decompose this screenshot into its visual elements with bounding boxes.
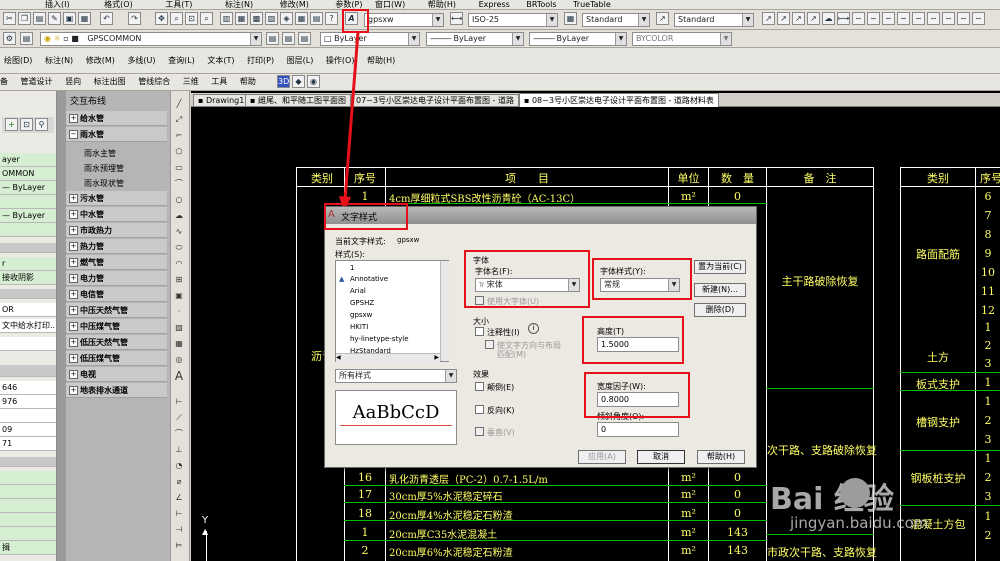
style-item[interactable]: GPSHZ bbox=[350, 299, 374, 307]
styles-list[interactable]: 1 ▲ Annotative Arial GPSHZ gpsxw HKITI h… bbox=[335, 260, 449, 362]
style-item-selected[interactable]: gpsxw bbox=[350, 311, 372, 319]
backwards-checkbox[interactable] bbox=[475, 405, 484, 414]
text-style-dialog: A 文字样式 当前文字样式: gpsxw 样式(S): 1 ▲ Annotati… bbox=[324, 206, 757, 468]
styles-list-hscrollbar[interactable]: ◀ ▶ bbox=[336, 353, 440, 362]
new-style-button[interactable]: 新建(N)... bbox=[694, 283, 746, 297]
chevron-down-icon: ▼ bbox=[445, 370, 456, 382]
style-item[interactable]: hy-linetype-style bbox=[350, 335, 409, 343]
watermark-logo: Bai 经验 bbox=[770, 482, 894, 517]
oblique-field[interactable]: 0 bbox=[597, 422, 679, 437]
highlight-font-name bbox=[464, 250, 590, 308]
highlight-height bbox=[582, 316, 684, 364]
vertical-checkbox[interactable] bbox=[475, 427, 484, 436]
annotative-checkbox[interactable] bbox=[475, 327, 484, 336]
upside-down-label: 颠倒(E) bbox=[487, 383, 515, 392]
apply-button[interactable]: 应用(A) bbox=[578, 450, 626, 464]
watermark-url: jingyan.baidu.com bbox=[790, 514, 929, 532]
help-button[interactable]: 帮助(H) bbox=[697, 450, 745, 464]
size-group-label: 大小 bbox=[473, 317, 489, 326]
style-item[interactable]: 1 bbox=[350, 264, 354, 272]
info-icon[interactable]: i bbox=[528, 323, 539, 334]
highlight-text-style-icon bbox=[342, 9, 369, 33]
upside-down-checkbox[interactable] bbox=[475, 382, 484, 391]
effects-group-label: 效果 bbox=[473, 370, 489, 379]
current-style-label: 当前文字样式: bbox=[335, 237, 386, 246]
style-filter-select[interactable]: 所有样式 ▼ bbox=[335, 369, 457, 383]
style-item[interactable]: HKITI bbox=[350, 323, 368, 331]
cancel-button[interactable]: 取消 bbox=[637, 450, 685, 464]
vertical-label: 垂直(V) bbox=[487, 428, 515, 437]
highlight-font-style bbox=[592, 258, 692, 300]
preview-baseline bbox=[340, 425, 452, 426]
current-style-value: gpsxw bbox=[397, 236, 420, 244]
highlight-dialog-title bbox=[324, 203, 408, 230]
style-item[interactable]: Annotative bbox=[350, 275, 388, 283]
annotative-label: 注释性(I) bbox=[487, 328, 520, 337]
match-orientation-label-2: 匹配(M) bbox=[497, 350, 527, 359]
paw-icon bbox=[840, 478, 870, 508]
set-current-button[interactable]: 置为当前(C) bbox=[694, 260, 746, 274]
preview-text: AaBbCcD bbox=[352, 402, 440, 423]
delete-style-button[interactable]: 删除(D) bbox=[694, 303, 746, 317]
styles-label: 样式(S): bbox=[335, 250, 366, 259]
highlight-width-factor bbox=[584, 372, 690, 418]
styles-list-scrollbar[interactable] bbox=[440, 261, 449, 361]
style-preview: AaBbCcD bbox=[335, 390, 457, 445]
match-orientation-checkbox[interactable] bbox=[485, 340, 494, 349]
style-item[interactable]: Arial bbox=[350, 287, 366, 295]
baidu-watermark: Bai 经验 jingyan.baidu.com bbox=[770, 474, 990, 544]
annotative-icon: ▲ bbox=[339, 275, 345, 283]
backwards-label: 反向(K) bbox=[487, 406, 515, 415]
